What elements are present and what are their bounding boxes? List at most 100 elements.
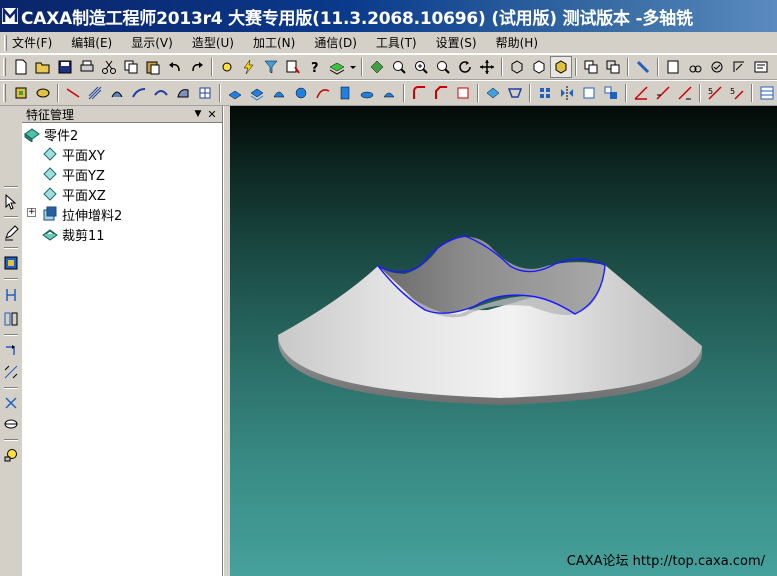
revolve-boss-icon[interactable] (246, 82, 268, 104)
chevron-down-icon[interactable] (348, 56, 358, 78)
loft-icon[interactable] (150, 82, 172, 104)
lightbulb-icon[interactable] (1, 445, 21, 465)
new-file-icon[interactable] (10, 56, 32, 78)
menu-modeling[interactable]: 造型(U) (192, 34, 234, 51)
menu-tools[interactable]: 工具(T) (376, 34, 417, 51)
simulation-icon[interactable] (684, 56, 706, 78)
translate-icon[interactable] (1, 285, 21, 305)
tool-icon[interactable] (632, 56, 654, 78)
measure-angle-icon[interactable] (630, 82, 652, 104)
menu-settings[interactable]: 设置(S) (436, 34, 477, 51)
extrude-boss-icon[interactable] (224, 82, 246, 104)
tree-item-plane-xz[interactable]: 平面XZ (42, 184, 106, 204)
tree-item-plane-yz[interactable]: 平面YZ (42, 164, 105, 184)
tree-item-part[interactable]: 零件2 (24, 124, 78, 144)
tree-item-plane-xy[interactable]: 平面XY (42, 144, 105, 164)
cone-model[interactable] (230, 106, 777, 576)
mirror-icon[interactable] (556, 82, 578, 104)
sketch-icon[interactable] (10, 82, 32, 104)
save-icon[interactable] (54, 56, 76, 78)
zoom-dynamic-icon[interactable] (432, 56, 454, 78)
boundary-surface-icon[interactable] (172, 82, 194, 104)
view-icon[interactable] (580, 56, 602, 78)
query-icon[interactable] (282, 56, 304, 78)
panel-dropdown-icon[interactable]: ▼ (191, 107, 205, 121)
measure-distance-icon[interactable] (652, 82, 674, 104)
ruled-surface-icon[interactable] (84, 82, 106, 104)
cut-icon[interactable] (98, 56, 120, 78)
offset-icon[interactable] (482, 82, 504, 104)
pan-icon[interactable] (476, 56, 498, 78)
line-icon[interactable] (62, 82, 84, 104)
tree-expander[interactable]: + (27, 208, 36, 217)
copy-icon[interactable] (120, 56, 142, 78)
panel-splitter[interactable] (223, 106, 230, 576)
chamfer-icon[interactable] (430, 82, 452, 104)
toolbar-grip[interactable] (3, 58, 6, 76)
tree-item-trim[interactable]: 裁剪11 (42, 224, 105, 244)
curve-3d-icon[interactable] (312, 82, 334, 104)
shell-icon[interactable] (356, 82, 378, 104)
pattern-icon[interactable] (534, 82, 556, 104)
project-icon[interactable] (504, 82, 526, 104)
mesh-surface-icon[interactable] (194, 82, 216, 104)
code-icon[interactable] (750, 56, 772, 78)
render-icon[interactable] (366, 56, 388, 78)
trim-icon[interactable] (452, 82, 474, 104)
wireframe-icon[interactable] (506, 56, 528, 78)
verify-icon[interactable] (706, 56, 728, 78)
fillet-icon[interactable] (408, 82, 430, 104)
sweep-icon[interactable] (128, 82, 150, 104)
lightning-icon[interactable] (238, 56, 260, 78)
scissors-icon[interactable] (1, 393, 21, 413)
panel-close-icon[interactable]: ✕ (205, 107, 219, 121)
tree-item-extrude[interactable]: 拉伸增料2 (42, 204, 122, 224)
scale-3d-icon[interactable] (1, 362, 21, 382)
menu-grip[interactable] (4, 34, 7, 51)
shaded-icon[interactable] (550, 56, 572, 78)
move-icon[interactable] (578, 82, 600, 104)
zoom-window-icon[interactable] (388, 56, 410, 78)
menu-view[interactable]: 显示(V) (131, 34, 173, 51)
undo-icon[interactable] (164, 56, 186, 78)
revolve-surface-icon[interactable] (106, 82, 128, 104)
menu-edit[interactable]: 编辑(E) (71, 34, 112, 51)
3d-viewport[interactable]: CAXA论坛 http://top.caxa.com/ (230, 106, 777, 576)
print-icon[interactable] (76, 56, 98, 78)
section-icon[interactable] (1, 414, 21, 434)
toolbar-grip[interactable] (3, 84, 6, 102)
table-icon[interactable] (756, 82, 777, 104)
draft-icon[interactable] (378, 82, 400, 104)
sweep-boss-icon[interactable] (290, 82, 312, 104)
pencil-icon[interactable] (1, 223, 21, 243)
help-icon[interactable]: ? (304, 56, 326, 78)
toolbar-separator (529, 84, 531, 102)
rotate-3d-icon[interactable] (1, 341, 21, 361)
rotate-icon[interactable] (454, 56, 476, 78)
hole-icon[interactable] (334, 82, 356, 104)
zoom-in-icon[interactable] (410, 56, 432, 78)
menu-file[interactable]: 文件(F) (12, 34, 52, 51)
dimension-icon[interactable]: 5 (704, 82, 726, 104)
scale-icon[interactable] (600, 82, 622, 104)
hidden-line-icon[interactable] (528, 56, 550, 78)
menu-help[interactable]: 帮助(H) (496, 34, 538, 51)
menu-machining[interactable]: 加工(N) (253, 34, 295, 51)
redo-icon[interactable] (186, 56, 208, 78)
machine-icon[interactable] (662, 56, 684, 78)
color-icon[interactable] (1, 253, 21, 273)
array-icon[interactable] (1, 309, 21, 329)
open-folder-icon[interactable] (32, 56, 54, 78)
layer-icon[interactable] (326, 56, 348, 78)
post-process-icon[interactable] (728, 56, 750, 78)
paste-icon[interactable] (142, 56, 164, 78)
loft-boss-icon[interactable] (268, 82, 290, 104)
menu-communication[interactable]: 通信(D) (314, 34, 357, 51)
measure-icon[interactable] (674, 82, 696, 104)
dimension-edit-icon[interactable]: 5 (726, 82, 748, 104)
light-icon[interactable] (216, 56, 238, 78)
filter-icon[interactable] (260, 56, 282, 78)
view-orient-icon[interactable] (602, 56, 624, 78)
select-arrow-icon[interactable] (1, 192, 21, 212)
surface-icon[interactable] (32, 82, 54, 104)
